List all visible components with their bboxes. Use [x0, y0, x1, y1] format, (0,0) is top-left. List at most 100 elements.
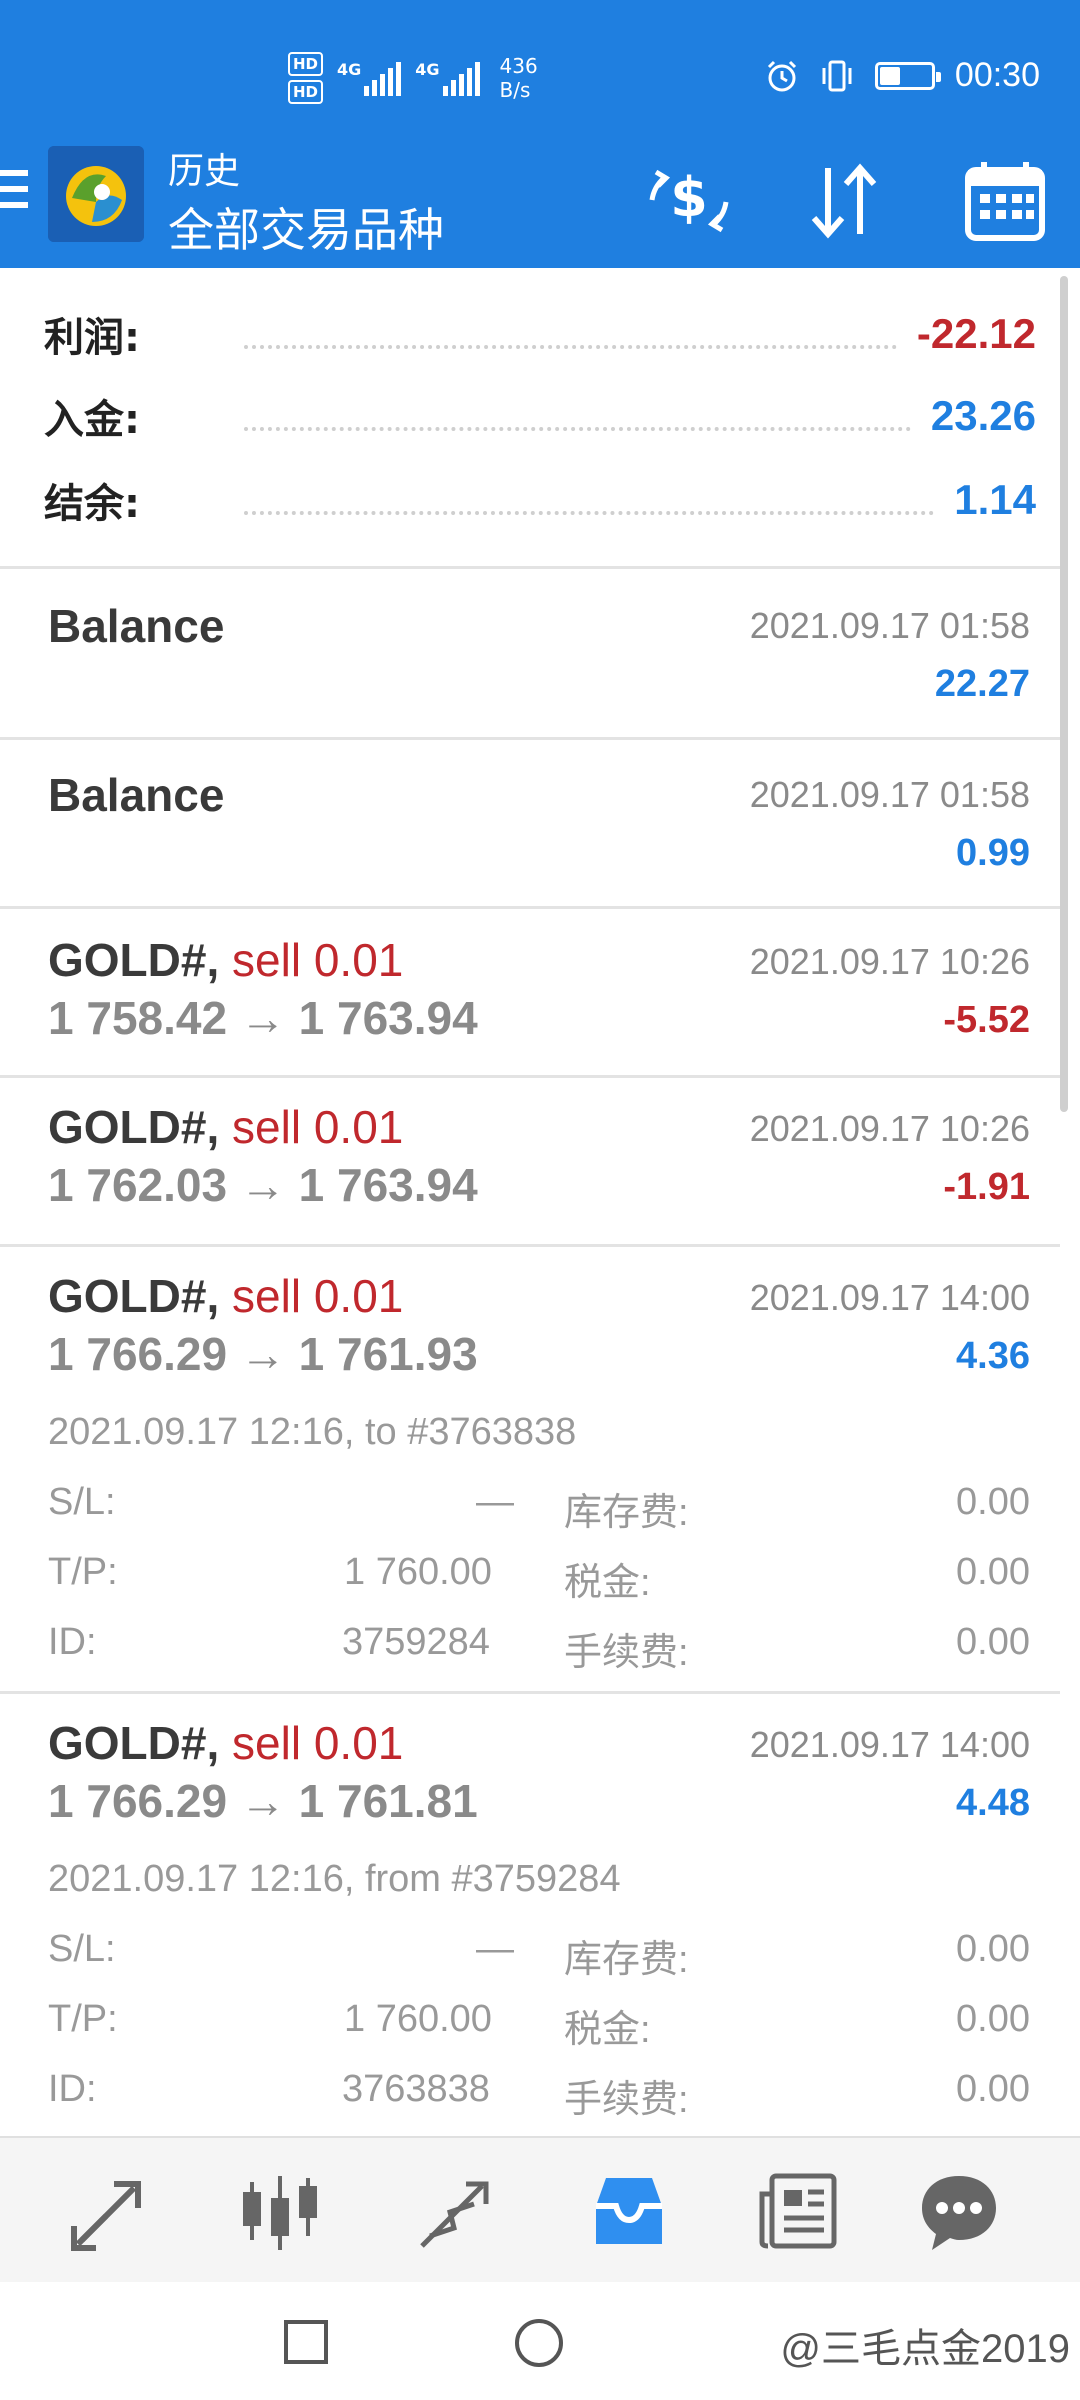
swap-label: 库存费:: [564, 1492, 689, 1534]
tax-value: 0.00: [956, 1998, 1030, 2040]
net-speed-unit: B/s: [499, 78, 531, 102]
item-symbol-line: GOLD#, sell 0.01: [48, 1100, 403, 1154]
item-symbol: GOLD#,: [48, 934, 220, 986]
summary-deposit-row: 入金: 23.26: [44, 386, 1036, 446]
sl-value: —: [476, 1481, 514, 1523]
item-symbol-line: GOLD#, sell 0.01: [48, 1269, 403, 1323]
fee-label: 手续费:: [564, 2079, 689, 2121]
list-item[interactable]: GOLD#, sell 0.01 1 762.03 → 1 763.94 202…: [0, 1078, 1060, 1244]
sl-value: —: [476, 1928, 514, 1970]
status-bar: HD HD 4G 4G 436 B/s 00:30: [0, 0, 1080, 140]
summary-profit-label: 利润:: [44, 315, 140, 361]
summary-profit-row: 利润: -22.12: [44, 304, 1036, 364]
item-prices: 1 762.03 → 1 763.94: [48, 1159, 478, 1211]
page-title: 历史: [168, 151, 241, 192]
list-item[interactable]: GOLD#, sell 0.01 1 758.42 → 1 763.94 202…: [0, 909, 1060, 1075]
item-open-detail: 2021.09.17 12:16, to #3763838: [48, 1411, 577, 1453]
sl-label: S/L:: [48, 1481, 116, 1523]
item-trade-type: sell 0.01: [232, 1717, 404, 1769]
item-datetime: 2021.09.17 01:58: [749, 605, 1030, 646]
item-prices: 1 766.29 → 1 761.81: [48, 1775, 478, 1827]
news-icon[interactable]: [756, 2166, 846, 2256]
tp-value: 1 760.00: [344, 1551, 492, 1593]
item-profit: -5.52: [943, 999, 1030, 1041]
chat-icon[interactable]: [914, 2166, 1004, 2256]
trade-icon[interactable]: [410, 2166, 500, 2256]
home-button[interactable]: [512, 2316, 566, 2370]
clock: 00:30: [954, 56, 1040, 94]
list-item[interactable]: Balance 2021.09.17 01:58 22.27: [0, 569, 1060, 737]
item-profit: 22.27: [934, 663, 1030, 705]
id-label: ID:: [48, 2068, 97, 2110]
recents-button[interactable]: [282, 2318, 330, 2366]
currency-exchange-icon[interactable]: $: [644, 156, 734, 246]
item-symbol-line: GOLD#, sell 0.01: [48, 1716, 403, 1770]
item-prices: 1 766.29 → 1 761.93: [48, 1328, 478, 1380]
summary-balance-label: 结余:: [44, 481, 140, 527]
calendar-icon[interactable]: [960, 156, 1050, 246]
svg-text:$: $: [670, 166, 708, 229]
item-profit: 0.99: [956, 832, 1030, 874]
quotes-icon[interactable]: [64, 2166, 154, 2256]
app-bar: 历史 全部交易品种 $: [0, 140, 1080, 268]
tp-label: T/P:: [48, 1998, 118, 2040]
item-profit: -1.91: [943, 1166, 1030, 1208]
swap-value: 0.00: [956, 1928, 1030, 1970]
list-item-expanded[interactable]: GOLD#, sell 0.01 1 766.29 → 1 761.93 202…: [0, 1247, 1060, 1691]
signal-2-icon: 4G: [415, 60, 480, 96]
hd1-badge: HD: [288, 52, 324, 76]
fee-value: 0.00: [956, 2068, 1030, 2110]
item-datetime: 2021.09.17 14:00: [749, 1277, 1030, 1318]
scrollbar[interactable]: [1060, 276, 1068, 1112]
net-speed: 436 B/s: [500, 54, 538, 102]
history-icon[interactable]: [584, 2166, 674, 2256]
tax-label: 税金:: [564, 2009, 651, 2051]
id-value: 3763838: [342, 2068, 490, 2110]
item-datetime: 2021.09.17 14:00: [749, 1724, 1030, 1765]
id-value: 3759284: [342, 1621, 490, 1663]
tp-value: 1 760.00: [344, 1998, 492, 2040]
item-prices: 1 758.42 → 1 763.94: [48, 992, 478, 1044]
list-item[interactable]: Balance 2021.09.17 01:58 0.99: [0, 740, 1060, 906]
item-symbol: Balance: [48, 600, 225, 652]
summary-panel: 利润: -22.12 入金: 23.26 结余: 1.14: [0, 268, 1080, 568]
fee-value: 0.00: [956, 1621, 1030, 1663]
vibrate-icon: [822, 60, 852, 91]
chart-icon[interactable]: [236, 2166, 326, 2256]
top-bar: HD HD 4G 4G 436 B/s 00:30 历史 全部交易品种 $: [0, 0, 1080, 268]
fee-label: 手续费:: [564, 1632, 689, 1674]
summary-profit-value: -22.12: [916, 310, 1036, 357]
item-profit: 4.36: [956, 1335, 1030, 1377]
bottom-nav: [0, 2136, 1080, 2282]
item-datetime: 2021.09.17 10:26: [749, 941, 1030, 982]
item-symbol-line: GOLD#, sell 0.01: [48, 933, 403, 987]
id-label: ID:: [48, 1621, 97, 1663]
item-profit: 4.48: [956, 1782, 1030, 1824]
sl-label: S/L:: [48, 1928, 116, 1970]
item-trade-type: sell 0.01: [232, 1101, 404, 1153]
watermark: @三毛点金2019: [780, 2327, 1070, 2371]
swap-value: 0.00: [956, 1481, 1030, 1523]
symbol-filter[interactable]: 全部交易品种: [168, 194, 444, 260]
item-open-detail: 2021.09.17 12:16, from #3759284: [48, 1858, 621, 1900]
summary-deposit-value: 23.26: [930, 392, 1036, 439]
item-symbol: GOLD#,: [48, 1270, 220, 1322]
tax-value: 0.00: [956, 1551, 1030, 1593]
net2-label: 4G: [415, 60, 440, 79]
battery-icon: [874, 61, 941, 90]
net-speed-value: 436: [499, 54, 538, 78]
item-symbol: Balance: [48, 769, 225, 821]
net1-label: 4G: [337, 60, 362, 79]
hd2-badge: HD: [288, 80, 324, 104]
signal-1-icon: 4G: [337, 60, 402, 96]
tp-label: T/P:: [48, 1551, 118, 1593]
summary-balance-row: 结余: 1.14: [44, 470, 1036, 530]
menu-icon[interactable]: [0, 170, 34, 222]
alarm-icon: [767, 60, 796, 91]
swap-label: 库存费:: [564, 1939, 689, 1981]
list-item-expanded[interactable]: GOLD#, sell 0.01 1 766.29 → 1 761.81 202…: [0, 1694, 1060, 2136]
item-datetime: 2021.09.17 01:58: [749, 774, 1030, 815]
item-trade-type: sell 0.01: [232, 1270, 404, 1322]
summary-deposit-label: 入金:: [44, 397, 140, 443]
sort-icon[interactable]: [798, 156, 888, 246]
